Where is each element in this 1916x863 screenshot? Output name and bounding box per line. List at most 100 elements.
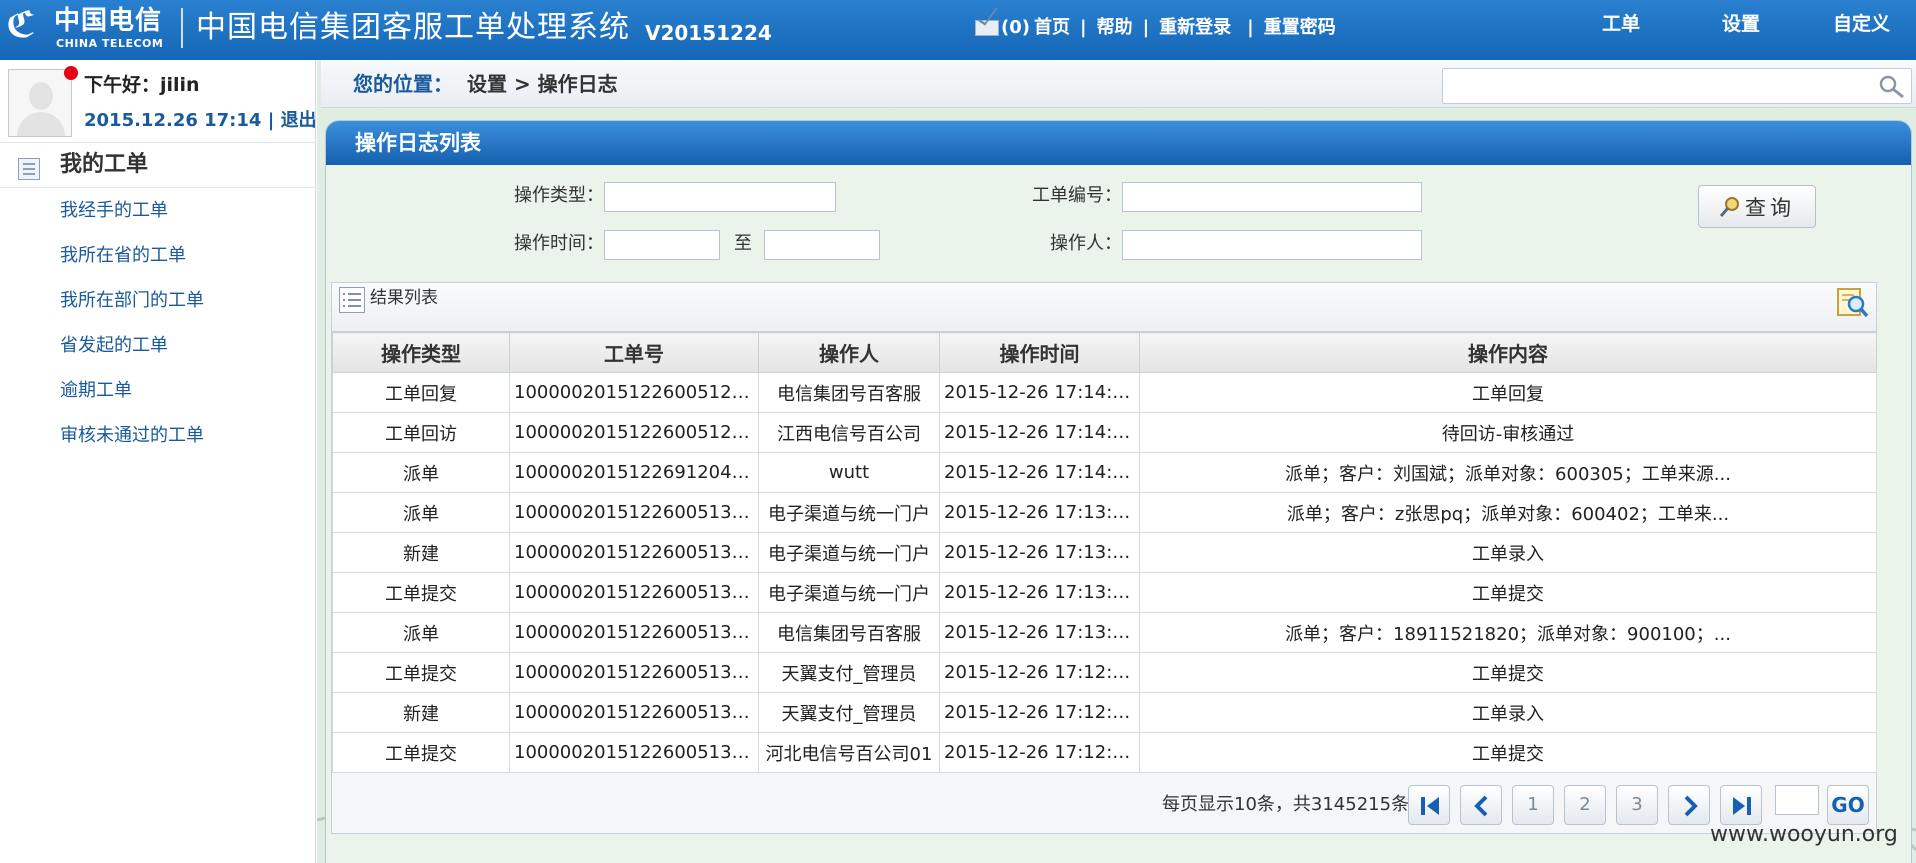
panel-title: 操作日志列表 (355, 131, 481, 155)
table-row[interactable]: 工单回访 1000002015122600512867 江西电信号百公司 201… (332, 412, 1877, 453)
column-header[interactable]: 工单号 (509, 332, 759, 373)
search-input[interactable] (1449, 73, 1869, 99)
sidebar-item-department[interactable]: 我所在部门的工单 (0, 278, 316, 323)
nav-custom[interactable]: 自定义 (1833, 10, 1890, 38)
table-row[interactable]: 派单 1000002015122600513208 电子渠道与统一门户 2015… (332, 492, 1877, 533)
breadcrumb-path[interactable]: 设置 > 操作日志 (467, 70, 618, 98)
op-time-end-input[interactable] (764, 230, 880, 260)
table-row[interactable]: 工单提交 1000002015122600513203 河北电信号百公司01 2… (332, 732, 1877, 773)
logo-chinese-text: 中国电信 (54, 6, 163, 36)
avatar-head-icon (29, 82, 53, 110)
breadcrumb-label: 您的位置： (353, 72, 453, 96)
system-title: 中国电信集团客服工单处理系统 (196, 10, 630, 45)
go-button[interactable]: GO (1827, 785, 1869, 825)
global-search (1442, 68, 1912, 104)
cell-order-no: 1000002015122600512867 (509, 412, 759, 453)
cell-op-time: 2015-12-26 17:13:00 (939, 612, 1140, 653)
home-link[interactable]: 首页 (1034, 14, 1070, 42)
result-list: 结果列表 操作类型 工单号 操作人 操作时间 操作内容 工单回复 1000002… (331, 282, 1877, 834)
table-row[interactable]: 派单 1000002015122691204525 wutt 2015-12-2… (332, 452, 1877, 493)
sidebar-item-overdue[interactable]: 逾期工单 (0, 368, 316, 413)
cell-op-content: 工单提交 (1139, 652, 1877, 693)
op-time-start-input[interactable] (604, 230, 720, 260)
page-button-1[interactable]: 1 (1512, 785, 1554, 825)
logout-separator: | (267, 110, 281, 131)
sidebar-item-handled[interactable]: 我经手的工单 (0, 188, 316, 233)
sidebar-item-province-initiated[interactable]: 省发起的工单 (0, 323, 316, 368)
table-row[interactable]: 派单 1000002015122600513197 电信集团号百客服 2015-… (332, 612, 1877, 653)
order-no-input[interactable] (1122, 182, 1422, 212)
table-row[interactable]: 工单提交 1000002015122600513208 电子渠道与统一门户 20… (332, 572, 1877, 613)
cell-op-type: 派单 (332, 452, 510, 493)
cell-order-no: 1000002015122600513208 (509, 492, 759, 533)
cell-operator: 电信集团号百客服 (758, 612, 940, 653)
relogin-link[interactable]: 重新登录 (1159, 14, 1231, 42)
page-button-3[interactable]: 3 (1616, 785, 1658, 825)
order-no-label: 工单编号： (1032, 185, 1122, 206)
mail-icon[interactable] (975, 20, 999, 36)
next-page-button[interactable] (1668, 785, 1710, 825)
cell-op-type: 工单提交 (332, 652, 510, 693)
query-button[interactable]: 查询 (1698, 185, 1816, 228)
prev-page-button[interactable] (1460, 785, 1502, 825)
op-type-input[interactable] (604, 182, 836, 212)
cell-op-content: 派单；客户：刘国斌；派单对象：600305；工单来源... (1139, 452, 1877, 493)
result-header: 结果列表 (332, 283, 1876, 332)
search-icon[interactable] (1877, 74, 1907, 100)
menu-title: 我的工单 (60, 152, 149, 177)
main-content: 您的位置： 设置 > 操作日志 操作日志列表 操作类型： 工单编号： 查询 操作… (317, 60, 1916, 863)
cell-operator: 电信集团号百客服 (758, 372, 940, 413)
cell-op-content: 待回访-审核通过 (1139, 412, 1877, 453)
cell-op-content: 工单提交 (1139, 572, 1877, 613)
login-time: 2015.12.26 17:14 (84, 110, 262, 131)
logout-link[interactable]: 退出 (281, 110, 317, 131)
first-page-button[interactable] (1408, 785, 1450, 825)
column-header[interactable]: 操作类型 (332, 332, 510, 373)
china-telecom-logo[interactable]: ℭ 中国电信 CHINA TELECOM (6, 4, 174, 52)
page-number-input[interactable] (1775, 785, 1819, 815)
link-separator: | (1247, 17, 1254, 38)
column-header[interactable]: 操作内容 (1139, 332, 1877, 373)
result-title: 结果列表 (370, 288, 438, 308)
column-header[interactable]: 操作时间 (939, 332, 1140, 373)
menu-header[interactable]: 我的工单 (0, 144, 316, 188)
sidebar-item-province[interactable]: 我所在省的工单 (0, 233, 316, 278)
cell-op-content: 工单回复 (1139, 372, 1877, 413)
table-row[interactable]: 工单回复 1000002015122600512963 电信集团号百客服 201… (332, 372, 1877, 413)
table-row[interactable]: 工单提交 1000002015122600513206 天翼支付_管理员 201… (332, 652, 1877, 693)
cell-op-type: 工单提交 (332, 572, 510, 613)
cell-op-time: 2015-12-26 17:12:52 (939, 652, 1140, 693)
help-link[interactable]: 帮助 (1097, 14, 1133, 42)
column-header[interactable]: 操作人 (758, 332, 940, 373)
to-label: 至 (734, 233, 752, 254)
operator-input[interactable] (1122, 230, 1422, 260)
table-row[interactable]: 新建 1000002015122600513206 天翼支付_管理员 2015-… (332, 692, 1877, 733)
cell-op-time: 2015-12-26 17:13:34 (939, 572, 1140, 613)
nav-settings[interactable]: 设置 (1722, 10, 1760, 38)
cell-op-time: 2015-12-26 17:14:36 (939, 412, 1140, 453)
cell-operator: 河北电信号百公司01 (758, 732, 940, 773)
reset-password-link[interactable]: 重置密码 (1264, 14, 1336, 42)
cell-op-content: 工单提交 (1139, 732, 1877, 773)
cell-operator: 天翼支付_管理员 (758, 692, 940, 733)
sidebar-menu: 我经手的工单 我所在省的工单 我所在部门的工单 省发起的工单 逾期工单 审核未通… (0, 188, 316, 458)
cell-op-time: 2015-12-26 17:12:40 (939, 732, 1140, 773)
cell-op-type: 工单回复 (332, 372, 510, 413)
cell-op-type: 派单 (332, 492, 510, 533)
magnifier-icon (1719, 196, 1739, 217)
last-page-button[interactable] (1720, 785, 1762, 825)
avatar[interactable] (8, 69, 72, 137)
op-time-label: 操作时间： (514, 233, 604, 254)
sidebar-item-rejected[interactable]: 审核未通过的工单 (0, 413, 316, 458)
cell-order-no: 1000002015122600512963 (509, 372, 759, 413)
operation-log-panel: 操作日志列表 操作类型： 工单编号： 查询 操作时间： 至 操作人： 结果列表 … (325, 120, 1912, 863)
last-page-icon (1733, 797, 1751, 815)
page-button-2[interactable]: 2 (1564, 785, 1606, 825)
export-search-icon[interactable] (1834, 285, 1870, 319)
mail-count[interactable]: (0) (1001, 14, 1030, 42)
nav-workorder[interactable]: 工单 (1602, 10, 1640, 38)
logo-english-text: CHINA TELECOM (56, 37, 164, 50)
table-row[interactable]: 新建 1000002015122600513208 电子渠道与统一门户 2015… (332, 532, 1877, 573)
cell-operator: 天翼支付_管理员 (758, 652, 940, 693)
pagination: 每页显示10条，共3145215条 1 2 3 GO (332, 773, 1876, 833)
